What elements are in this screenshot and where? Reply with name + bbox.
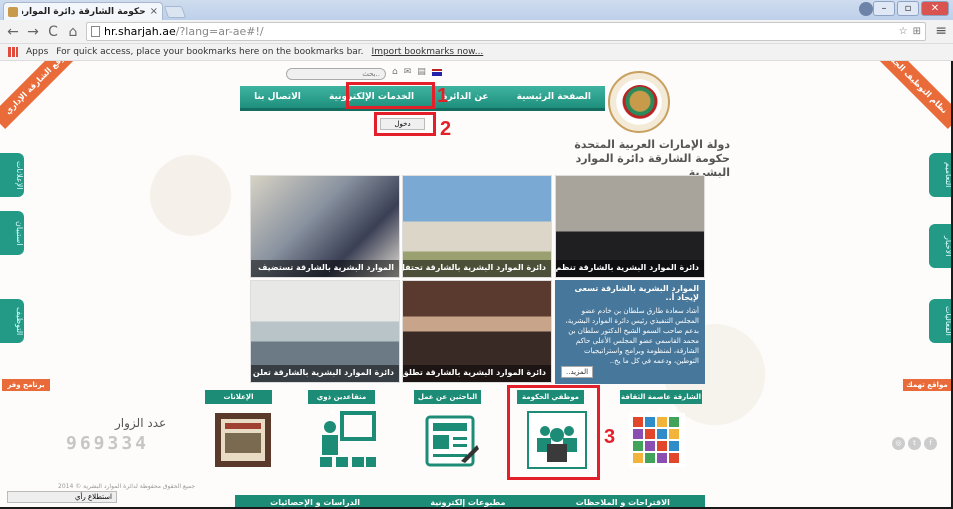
footer-studies-link[interactable]: الدراسات و الإحصائيات (270, 498, 360, 507)
gov-title-line1: دولة الإمارات العربية المتحدة (574, 138, 730, 151)
facebook-icon[interactable]: f (924, 437, 937, 450)
bookmarks-bar: Apps For quick access, place your bookma… (0, 44, 953, 61)
home-icon[interactable]: ⌂ (392, 67, 398, 77)
minimize-button[interactable]: – (873, 1, 895, 16)
url-tools: ☆ ⊞ (899, 26, 925, 37)
tile-caption: دائرة الموارد البشرية بالشارقة تعلن عن.. (251, 365, 399, 382)
tile-caption: دائرة الموارد البشرية بالشارقة تطلق بر.. (403, 365, 551, 382)
read-more-button[interactable]: المزيد.. (561, 366, 594, 378)
tab-close-icon[interactable]: × (150, 6, 158, 17)
chrome-menu-icon[interactable]: ≡ (935, 23, 947, 39)
news-tile-4[interactable]: دائرة الموارد البشرية بالشارقة تعلن عن.. (250, 280, 400, 383)
visitors-label: عدد الزوار (115, 416, 167, 430)
copyright-text: جميع الحقوق محفوظة لدائرة الموارد البشري… (58, 483, 196, 490)
back-button[interactable]: ← (4, 24, 22, 40)
top-utility-icons: ⌂ ✉ ▤ (392, 67, 442, 77)
news-body: أشاد سعادة طارق سلطان بن خادم عضو المجلس… (565, 307, 699, 365)
maximize-button[interactable]: ▫ (897, 1, 919, 16)
ads-poster-icon[interactable] (213, 411, 273, 469)
url-path: /?lang=ar-ae#!/ (175, 25, 264, 38)
import-bookmarks-link[interactable]: Import bookmarks now... (372, 47, 484, 57)
side-tab-left-2[interactable]: استبيان (0, 211, 24, 255)
apps-link[interactable]: Apps (26, 47, 48, 57)
browser-tab[interactable]: حكومة الشارقة دائرة الموارد ا × (3, 2, 163, 20)
tile-caption: دائرة الموارد البشرية بالشارقة تنظم بر.. (556, 260, 704, 277)
news-tile-5[interactable]: دائرة الموارد البشرية بالشارقة تطلق بر.. (402, 280, 552, 383)
reload-button[interactable]: C (44, 24, 62, 40)
new-tab-button[interactable] (163, 6, 187, 18)
url-host: hr.sharjah.ae (104, 25, 176, 38)
ribbon-right[interactable]: نظام التوظيف الجديد (870, 61, 953, 129)
sharjah-emblem-logo (608, 71, 670, 133)
ribbon-left[interactable]: موقع الشارقة الإداري (0, 61, 83, 129)
tile-caption: الموارد البشرية بالشارقة تستضيف (251, 260, 399, 277)
survey-widget[interactable]: استطلاع رأي (7, 491, 117, 503)
annotation-number-2: 2 (440, 118, 452, 140)
twitter-icon[interactable]: t (908, 437, 921, 450)
service-retirees-header[interactable]: متقاعدين ذوي الخبرة (308, 390, 375, 415)
teacher-icon[interactable] (318, 411, 378, 469)
side-tab-left-1[interactable]: الإعلانات (0, 153, 24, 197)
side-tab-right-3[interactable]: الفعاليات (929, 299, 953, 343)
web-page: موقع الشارقة الإداري نظام التوظيف الجديد… (0, 61, 953, 509)
service-jobseekers-header[interactable]: الباحثين عن عمل (414, 390, 481, 404)
tile-caption: دائرة الموارد البشرية بالشارقة تحتفل بـ.… (403, 260, 551, 277)
translate-icon[interactable]: ⊞ (913, 26, 921, 37)
window-controls: – ▫ ✕ (873, 1, 949, 16)
news-headline[interactable]: الموارد البشرية بالشارقة تسعى لإيجاد أ.. (561, 284, 699, 302)
sitemap-icon[interactable]: ▤ (417, 67, 426, 77)
footer-epublications-link[interactable]: مطبوعات إلكترونية (430, 498, 505, 507)
forward-button[interactable]: → (24, 24, 42, 40)
visitors-counter: 969334 (66, 433, 150, 454)
annotation-number-1: 1 (437, 85, 449, 107)
home-button[interactable]: ⌂ (64, 24, 82, 40)
browser-titlebar: حكومة الشارقة دائرة الموارد ا × – ▫ ✕ (0, 0, 953, 20)
address-toolbar: ← → C ⌂ hr.sharjah.ae /?lang=ar-ae#!/ ☆ … (0, 20, 953, 44)
nav-contact[interactable]: الاتصال بنا (254, 92, 301, 102)
social-links: ◎ t f (892, 437, 937, 450)
featured-news: الموارد البشرية بالشارقة تسعى لإيجاد أ..… (555, 280, 705, 384)
site-search-input[interactable]: بحث.. (286, 68, 386, 80)
news-tile-3[interactable]: دائرة الموارد البشرية بالشارقة تنظم بر.. (555, 175, 705, 278)
close-window-button[interactable]: ✕ (921, 1, 949, 16)
news-tile-1[interactable]: الموارد البشرية بالشارقة تستضيف (250, 175, 400, 278)
address-bar[interactable]: hr.sharjah.ae /?lang=ar-ae#!/ ☆ ⊞ (86, 22, 926, 41)
job-newspaper-icon[interactable] (421, 411, 481, 469)
footer-suggestions-link[interactable]: الاقتراحات و الملاحظات (576, 498, 670, 507)
apps-icon[interactable] (8, 47, 18, 57)
ribbon-bottom-right[interactable]: مواقع تهمك (903, 379, 951, 391)
service-culture-header[interactable]: الشارقة عاصمة الثقافة الإسلامية (620, 390, 702, 415)
side-tab-right-1[interactable]: التعاميم (929, 153, 953, 197)
english-flag-icon[interactable] (431, 69, 442, 76)
highlight-employees (507, 385, 600, 480)
highlight-login (374, 112, 436, 136)
bookmarks-hint: For quick access, place your bookmarks h… (56, 47, 364, 57)
instagram-icon[interactable]: ◎ (892, 437, 905, 450)
government-title: دولة الإمارات العربية المتحدة حكومة الشا… (540, 138, 730, 180)
service-ads-header[interactable]: الإعلانات (205, 390, 272, 404)
annotation-number-3: 3 (604, 426, 616, 448)
page-icon (91, 26, 100, 37)
islamic-culture-logo-icon[interactable] (627, 411, 687, 469)
tab-title: حكومة الشارقة دائرة الموارد ا (22, 6, 146, 17)
side-tab-left-3[interactable]: التوظيف (0, 299, 24, 343)
highlight-eservices (346, 82, 435, 109)
ribbon-bottom-left[interactable]: برنامج وفر (2, 379, 50, 391)
mail-icon[interactable]: ✉ (404, 67, 412, 77)
nav-home[interactable]: الصفحة الرئيسية (517, 92, 591, 102)
bookmark-star-icon[interactable]: ☆ (899, 26, 908, 37)
side-tab-right-2[interactable]: الأخبار (929, 224, 953, 268)
nav-about[interactable]: عن الدائرة (442, 92, 488, 102)
news-tile-2[interactable]: دائرة الموارد البشرية بالشارقة تحتفل بـ.… (402, 175, 552, 278)
profile-icon[interactable] (859, 2, 873, 16)
site-favicon-icon (8, 6, 18, 17)
